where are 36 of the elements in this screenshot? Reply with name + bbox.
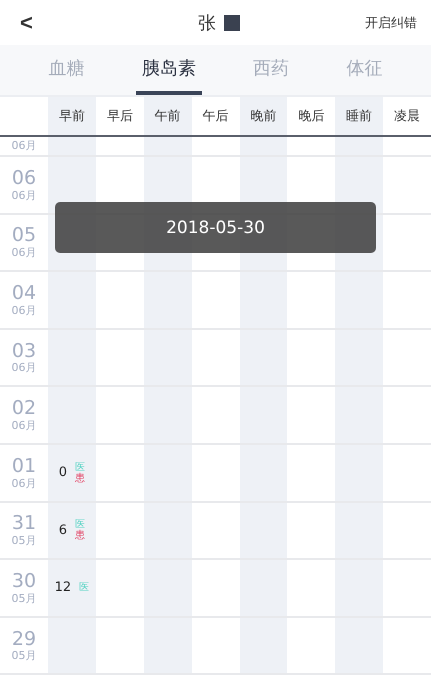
day-number: 30 (12, 570, 36, 592)
day-number: 05 (12, 225, 36, 246)
redaction-block (224, 14, 240, 30)
dose-value: 0 (58, 465, 68, 480)
month-label: 06月 (12, 419, 36, 432)
source-tag: 患 (75, 472, 86, 484)
column-header: 睡前 (335, 97, 384, 135)
month-label: 06月 (12, 246, 36, 260)
page-title: 张 (198, 12, 216, 34)
month-label: 06月 (12, 188, 36, 202)
source-tag: 医 (75, 519, 86, 530)
dose-value: 12 (54, 580, 72, 596)
month-label: 05月 (12, 534, 36, 548)
source-tag: 医 (75, 462, 86, 473)
month-label: 06月 (12, 304, 36, 318)
day-number: 02 (12, 398, 36, 420)
day-number: 06 (12, 168, 36, 189)
column-header: 午前 (144, 97, 192, 135)
day-number: 31 (12, 513, 36, 534)
error-correction-button[interactable]: 开启纠错 (364, 14, 417, 32)
column-header: 早前 (48, 97, 96, 135)
back-button[interactable]: < (20, 12, 33, 34)
month-label: 05月 (12, 592, 36, 605)
date-toast: 2018-05-30 (55, 202, 376, 253)
dose-value: 6 (58, 522, 68, 538)
column-header: 晚前 (240, 97, 288, 135)
day-number: 03 (12, 340, 36, 362)
day-number: 29 (12, 628, 36, 650)
source-tag: 患 (75, 530, 86, 542)
month-label: 06月 (12, 139, 36, 153)
month-label: 06月 (12, 361, 36, 375)
day-number: 04 (12, 282, 36, 304)
source-tag: 医 (79, 582, 90, 594)
day-number: 01 (12, 456, 36, 477)
month-label: 05月 (12, 649, 36, 663)
month-label: 06月 (12, 476, 36, 490)
